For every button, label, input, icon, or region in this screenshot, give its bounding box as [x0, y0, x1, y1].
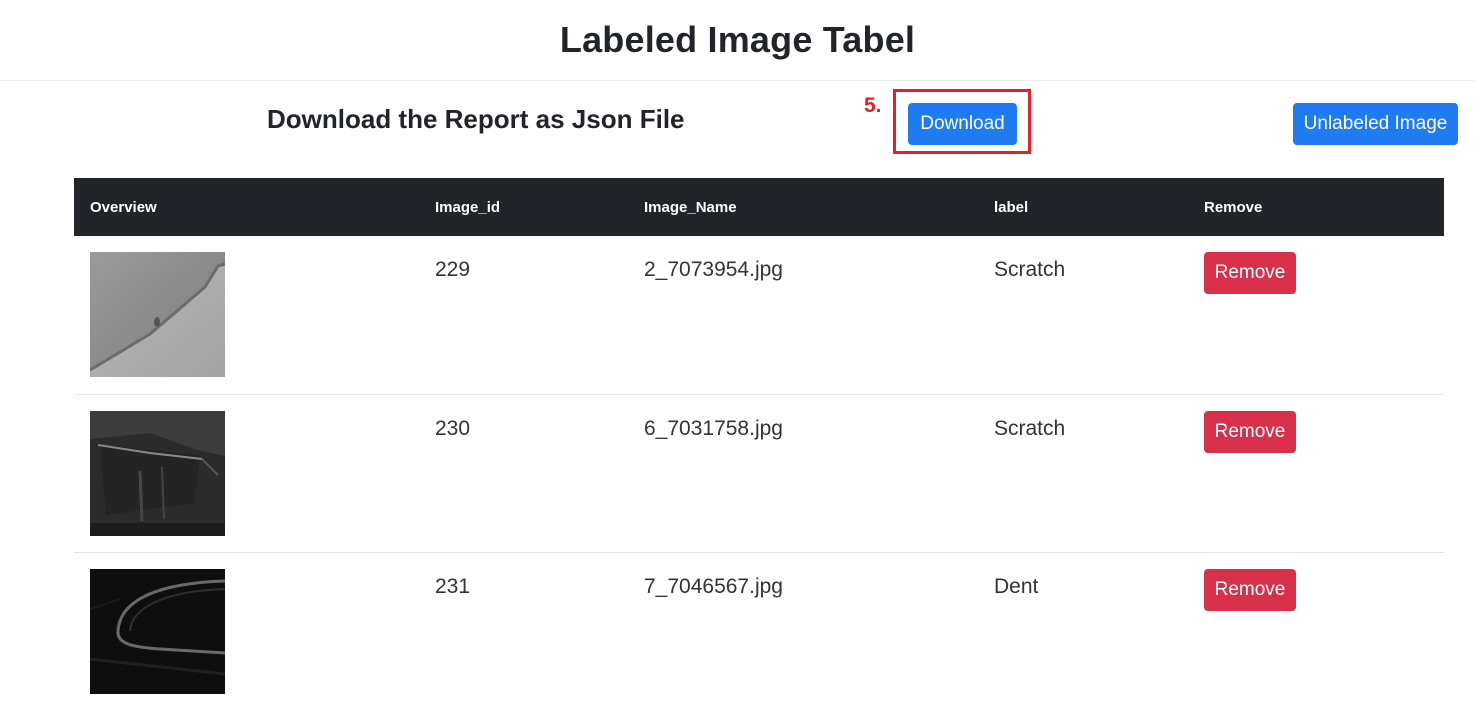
image-thumbnail: [90, 252, 225, 377]
column-header-image-id: Image_id: [435, 198, 501, 216]
step-annotation-label: 5.: [864, 94, 882, 117]
table-row: 231 7_7046567.jpg Dent Remove: [74, 552, 1444, 708]
page: Labeled Image Tabel Download the Report …: [0, 0, 1475, 708]
remove-cell: Remove: [1188, 236, 1444, 394]
image-thumbnail: [90, 568, 225, 694]
column-header-overview: Overview: [90, 198, 157, 216]
column-header-label: label: [994, 198, 1029, 216]
remove-cell: Remove: [1188, 552, 1444, 708]
table-header-row: Overview Image_id Image_Name label Remov…: [74, 178, 1444, 236]
remove-button[interactable]: Remove: [1204, 252, 1296, 294]
table-row: 229 2_7073954.jpg Scratch Remove: [74, 236, 1444, 394]
image-name-cell: 7_7046567.jpg: [644, 574, 783, 598]
image-name-cell: 6_7031758.jpg: [644, 416, 783, 440]
remove-button[interactable]: Remove: [1204, 568, 1296, 611]
remove-cell: Remove: [1188, 394, 1444, 552]
labeled-image-table: Overview Image_id Image_Name label Remov…: [74, 178, 1444, 708]
column-header-remove: Remove: [1204, 198, 1263, 216]
label-cell: Dent: [994, 574, 1039, 598]
image-id-cell: 231: [435, 574, 471, 598]
label-cell: Scratch: [994, 416, 1066, 440]
image-thumbnail: [90, 410, 225, 536]
image-name-cell: 2_7073954.jpg: [644, 258, 783, 281]
table-row: 230 6_7031758.jpg Scratch Remove: [74, 394, 1444, 552]
column-header-image-name: Image_Name: [644, 198, 737, 216]
overview-cell: [74, 236, 419, 394]
image-id-cell: 229: [435, 258, 471, 281]
remove-button[interactable]: Remove: [1204, 410, 1296, 453]
header: Labeled Image Tabel: [0, 0, 1475, 81]
download-button[interactable]: Download: [908, 103, 1017, 145]
page-title: Labeled Image Tabel: [559, 19, 916, 60]
report-description: Download the Report as Json File: [267, 104, 685, 134]
overview-cell: [74, 394, 419, 552]
label-cell: Scratch: [994, 258, 1066, 281]
unlabeled-image-button[interactable]: Unlabeled Image: [1293, 103, 1458, 145]
overview-cell: [74, 552, 419, 708]
image-id-cell: 230: [435, 416, 471, 440]
